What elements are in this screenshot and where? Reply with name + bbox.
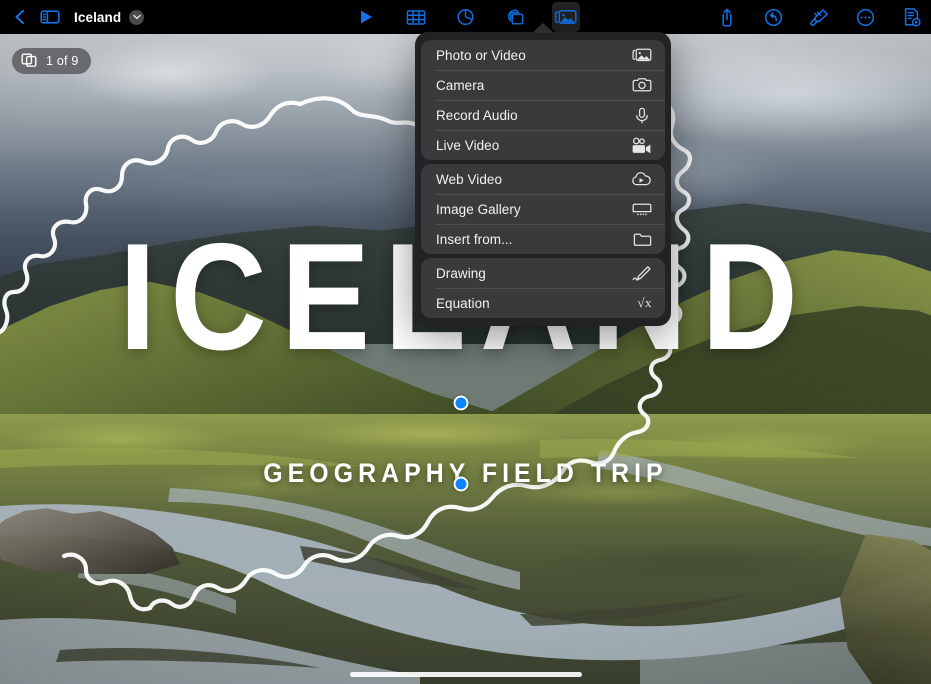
sidebar-toggle-button[interactable]	[36, 2, 64, 32]
menu-item-camera[interactable]: Camera	[421, 70, 665, 100]
slides-stack-icon	[21, 52, 38, 71]
table-button[interactable]	[402, 2, 430, 32]
share-button[interactable]	[713, 2, 741, 32]
menu-item-label: Photo or Video	[436, 47, 526, 63]
undo-button[interactable]	[759, 2, 787, 32]
menu-item-label: Camera	[436, 77, 485, 93]
menu-item-label: Drawing	[436, 265, 486, 281]
menu-item-record-audio[interactable]: Record Audio	[421, 100, 665, 130]
popover-arrow	[532, 23, 554, 33]
menu-item-photo-or-video[interactable]: Photo or Video	[421, 40, 665, 70]
document-title: Iceland	[74, 9, 122, 25]
menu-group-sources: Web Video Image Gallery Insert from...	[421, 164, 665, 254]
toolbar-right-group	[713, 0, 925, 34]
home-indicator	[349, 672, 582, 677]
camera-icon	[630, 77, 652, 93]
menu-item-drawing[interactable]: Drawing	[421, 258, 665, 288]
live-video-icon	[630, 137, 652, 154]
folder-icon	[630, 232, 652, 247]
menu-group-capture: Photo or Video Camera Record Audio Live …	[421, 40, 665, 160]
menu-item-label: Equation	[436, 295, 490, 311]
menu-item-insert-from[interactable]: Insert from...	[421, 224, 665, 254]
keynote-app-window: Iceland GEOGRAPHY FIELD TRIP 1 of 9 Phot…	[0, 0, 931, 684]
menu-item-label: Live Video	[436, 137, 500, 153]
menu-item-live-video[interactable]: Live Video	[421, 130, 665, 160]
chevron-down-icon[interactable]	[129, 9, 145, 25]
menu-item-label: Web Video	[436, 171, 502, 187]
popover-body: Photo or Video Camera Record Audio Live …	[415, 32, 671, 326]
menu-item-web-video[interactable]: Web Video	[421, 164, 665, 194]
more-options-button[interactable]	[851, 2, 879, 32]
microphone-icon	[630, 107, 652, 124]
menu-item-equation[interactable]: Equation √x	[421, 288, 665, 318]
equation-glyph: √x	[637, 295, 652, 310]
paintbrush-button[interactable]	[805, 2, 833, 32]
slide-counter-pill[interactable]: 1 of 9	[12, 48, 92, 74]
media-popover-menu: Photo or Video Camera Record Audio Live …	[415, 23, 671, 326]
back-button[interactable]	[6, 2, 34, 32]
web-video-cloud-icon	[630, 171, 652, 187]
selection-handle-top[interactable]	[453, 395, 469, 411]
menu-item-label: Record Audio	[436, 107, 518, 123]
equation-sqrt-icon: √x	[630, 295, 652, 311]
menu-item-label: Insert from...	[436, 231, 513, 247]
toolbar-left-group: Iceland	[0, 0, 145, 34]
selection-handle-bottom[interactable]	[453, 476, 469, 492]
drawing-squiggle-icon	[630, 265, 652, 282]
play-button[interactable]	[352, 2, 380, 32]
presenter-notes-button[interactable]	[897, 2, 925, 32]
top-toolbar: Iceland	[0, 0, 931, 34]
menu-item-image-gallery[interactable]: Image Gallery	[421, 194, 665, 224]
menu-group-objects: Drawing Equation √x	[421, 258, 665, 318]
menu-item-label: Image Gallery	[436, 201, 521, 217]
media-button[interactable]	[551, 2, 580, 32]
photo-video-icon	[630, 47, 652, 63]
image-gallery-icon	[630, 202, 652, 217]
slide-counter-label: 1 of 9	[46, 54, 79, 68]
shapes-button[interactable]	[502, 2, 530, 32]
chart-button[interactable]	[452, 2, 480, 32]
